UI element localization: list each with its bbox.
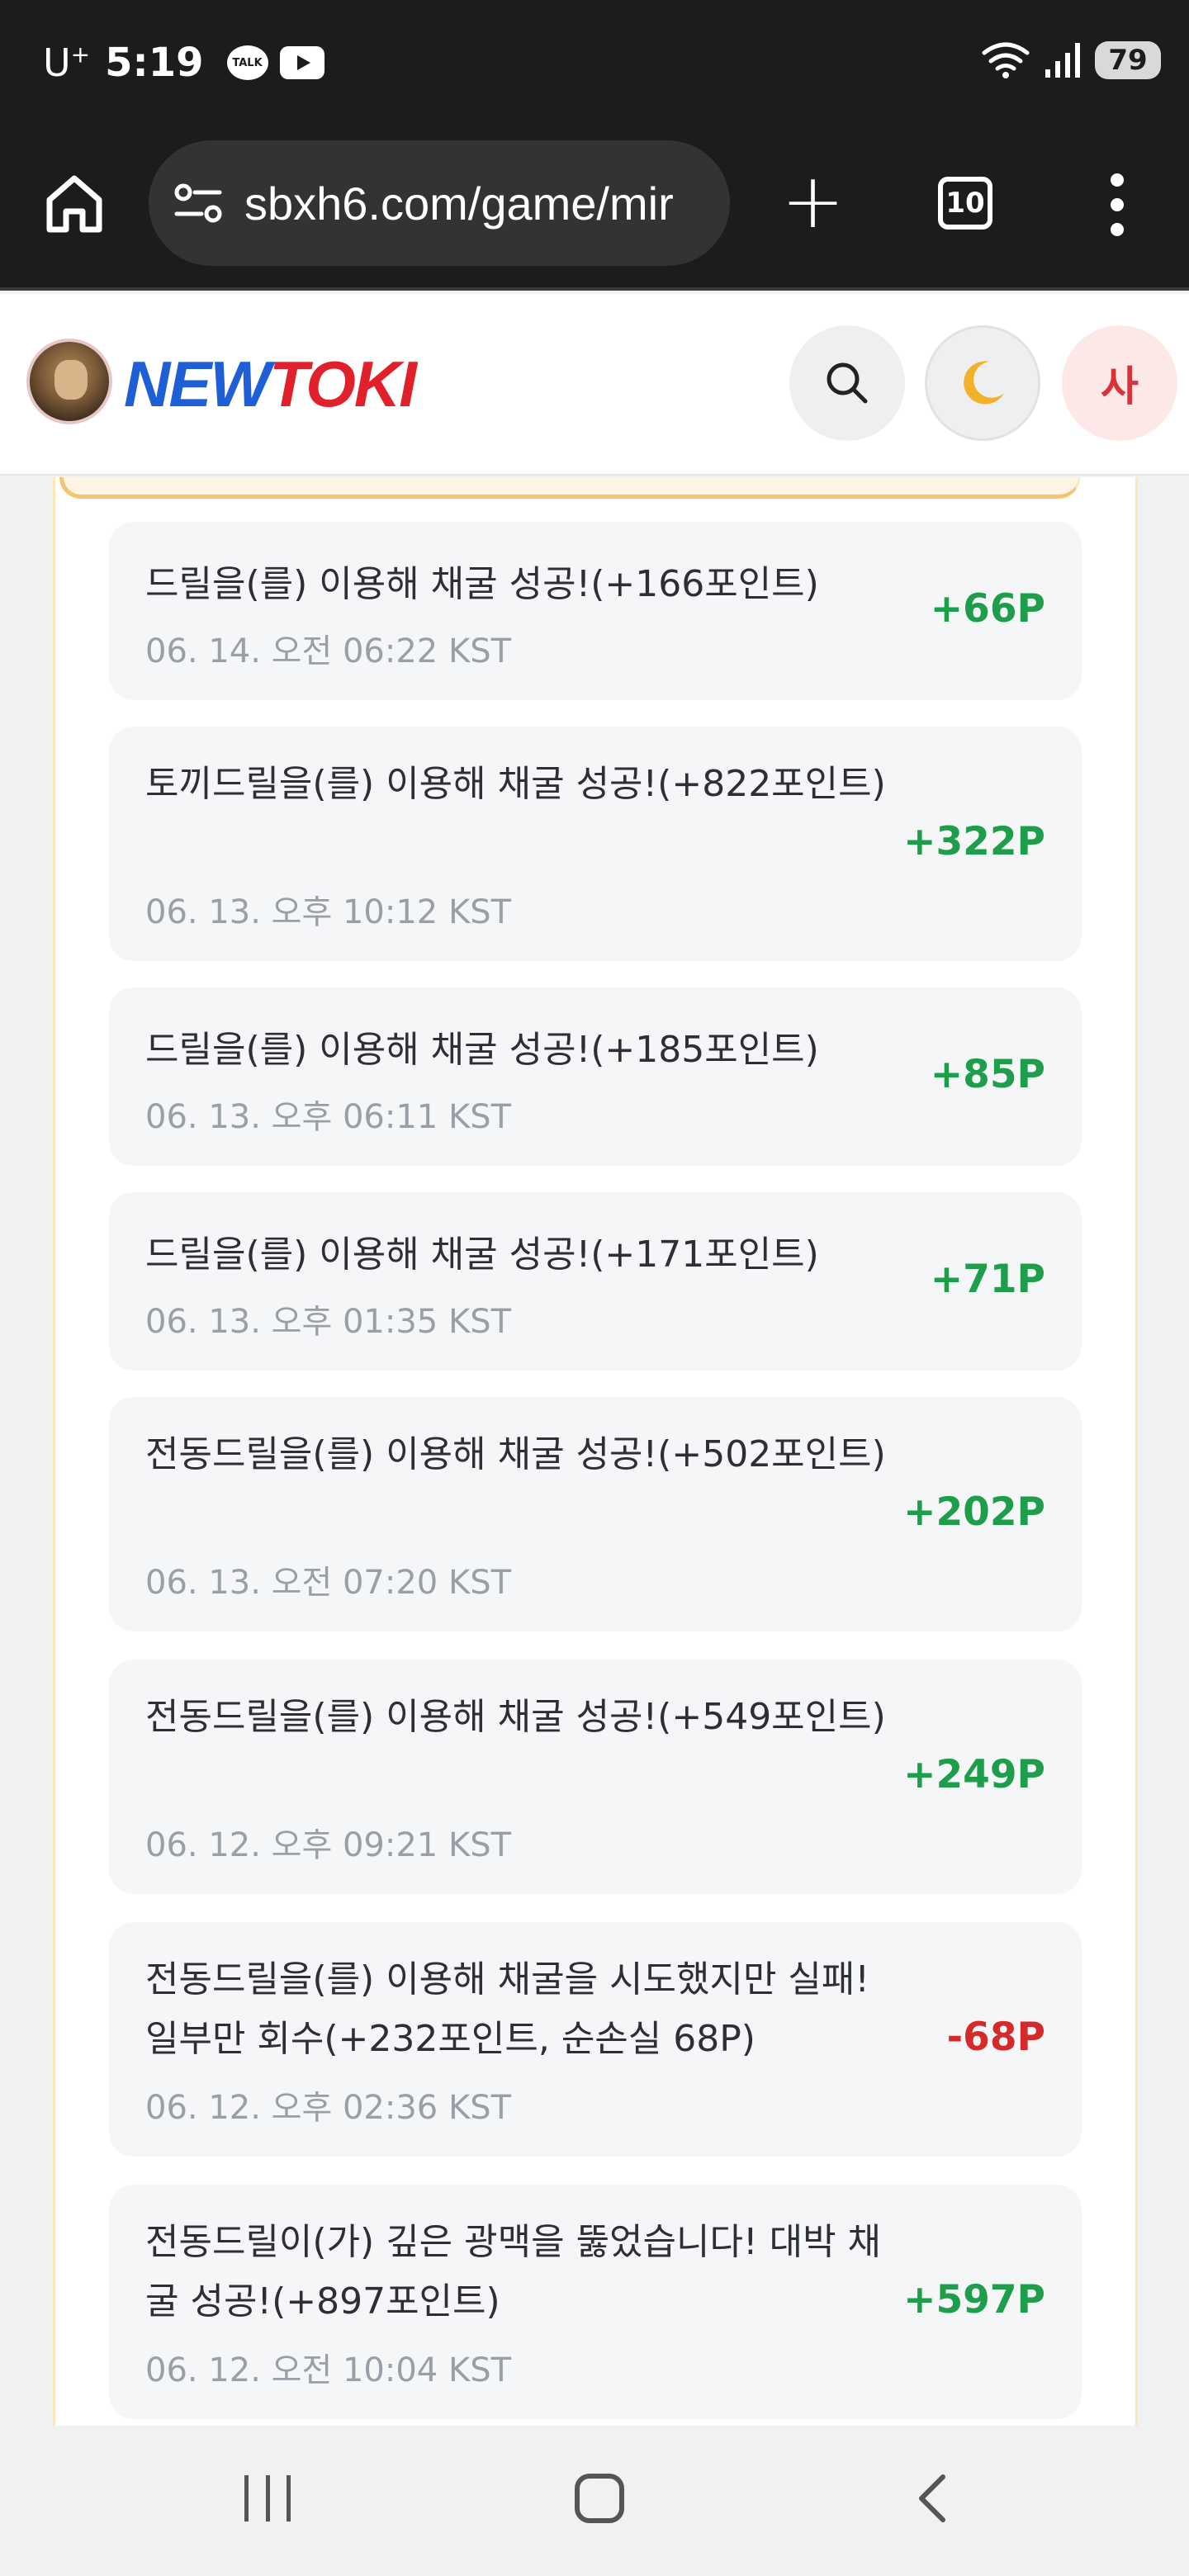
home-icon[interactable]: [43, 172, 106, 234]
history-item: 드릴을(를) 이용해 채굴 성공!(+171포인트) 06. 13. 오후 01…: [109, 1192, 1082, 1371]
url-bar[interactable]: sbxh6.com/game/mir: [149, 140, 730, 266]
kakaotalk-icon: TALK: [226, 45, 268, 80]
home-nav-icon[interactable]: [575, 2474, 624, 2523]
history-item-date: 06. 14. 오전 06:22 KST: [145, 632, 512, 670]
history-item-date: 06. 12. 오후 02:36 KST: [145, 2089, 512, 2127]
history-item: 드릴을(를) 이용해 채굴 성공!(+166포인트) 06. 14. 오전 06…: [109, 522, 1082, 700]
history-item-date: 06. 12. 오후 09:21 KST: [145, 1826, 512, 1864]
new-tab-icon[interactable]: +: [781, 163, 845, 239]
history-item: 전동드릴이(가) 깊은 광맥을 뚫었습니다! 대박 채굴 성공!(+897포인트…: [109, 2185, 1082, 2419]
notice-card-edge: [59, 477, 1080, 499]
site-header: NEWTOKI 사: [0, 294, 1189, 476]
history-item-title: 전동드릴을(를) 이용해 채굴을 시도했지만 실패! 일부만 회수(+232포인…: [145, 1958, 870, 2060]
browser-toolbar: sbxh6.com/game/mir + 10: [0, 137, 1189, 291]
history-item-date: 06. 13. 오전 07:20 KST: [145, 1564, 512, 1602]
signal-icon: [1045, 43, 1080, 78]
history-item-date: 06. 12. 오전 10:04 KST: [145, 2351, 512, 2389]
more-options-icon[interactable]: [1106, 173, 1128, 236]
history-item: 전동드릴을(를) 이용해 채굴을 시도했지만 실패! 일부만 회수(+232포인…: [109, 1922, 1082, 2157]
history-item-points: +249P: [903, 1752, 1045, 1797]
logo-mascot-image[interactable]: [26, 339, 112, 424]
search-button[interactable]: [789, 325, 905, 441]
user-avatar-button[interactable]: 사: [1062, 325, 1177, 441]
history-item-title: 토끼드릴을(를) 이용해 채굴 성공!(+822포인트): [145, 763, 886, 805]
history-item-points: +597P: [903, 2277, 1045, 2323]
moon-icon: [964, 361, 1004, 405]
history-item-date: 06. 13. 오후 10:12 KST: [145, 893, 512, 931]
history-item: 전동드릴을(를) 이용해 채굴 성공!(+502포인트) 06. 13. 오전 …: [109, 1397, 1082, 1631]
history-item: 토끼드릴을(를) 이용해 채굴 성공!(+822포인트) 06. 13. 오후 …: [109, 727, 1082, 961]
battery-indicator: 79: [1095, 41, 1161, 79]
history-item-title: 전동드릴이(가) 깊은 광맥을 뚫었습니다! 대박 채굴 성공!(+897포인트…: [145, 2221, 882, 2323]
carrier-label: U+: [43, 40, 91, 85]
history-item: 전동드릴을(를) 이용해 채굴 성공!(+549포인트) 06. 12. 오후 …: [109, 1660, 1082, 1894]
history-item-points: -68P: [946, 2015, 1045, 2060]
history-item-points: +85P: [930, 1052, 1045, 1097]
url-text: sbxh6.com/game/mir: [244, 177, 674, 230]
history-item-title: 드릴을(를) 이용해 채굴 성공!(+171포인트): [145, 1234, 819, 1276]
history-item-points: +322P: [903, 819, 1045, 864]
history-item-title: 드릴을(를) 이용해 채굴 성공!(+185포인트): [145, 1029, 819, 1071]
history-item: 드릴을(를) 이용해 채굴 성공!(+185포인트) 06. 13. 오후 06…: [109, 987, 1082, 1166]
search-icon: [827, 362, 868, 404]
wifi-icon: [982, 42, 1030, 78]
history-item-title: 전동드릴을(를) 이용해 채굴 성공!(+549포인트): [145, 1696, 886, 1738]
history-item-points: +66P: [930, 586, 1045, 632]
history-item-points: +71P: [930, 1257, 1045, 1302]
history-item-title: 전동드릴을(를) 이용해 채굴 성공!(+502포인트): [145, 1433, 886, 1475]
status-bar: U+ 5:19 TALK 79: [0, 0, 1189, 137]
site-logo[interactable]: NEWTOKI: [124, 347, 417, 422]
system-navigation-bar: [0, 2427, 1189, 2576]
dark-mode-toggle[interactable]: [925, 325, 1040, 441]
site-settings-icon[interactable]: [173, 182, 223, 224]
tab-switcher-button[interactable]: 10: [938, 177, 992, 230]
history-item-date: 06. 13. 오후 06:11 KST: [145, 1098, 512, 1136]
history-item-points: +202P: [903, 1489, 1045, 1535]
status-time: 5:19: [105, 40, 204, 86]
recents-icon[interactable]: [244, 2475, 291, 2522]
back-icon[interactable]: [912, 2474, 953, 2523]
youtube-icon: [279, 46, 324, 79]
history-item-title: 드릴을(를) 이용해 채굴 성공!(+166포인트): [145, 563, 819, 605]
history-item-date: 06. 13. 오후 01:35 KST: [145, 1303, 512, 1341]
